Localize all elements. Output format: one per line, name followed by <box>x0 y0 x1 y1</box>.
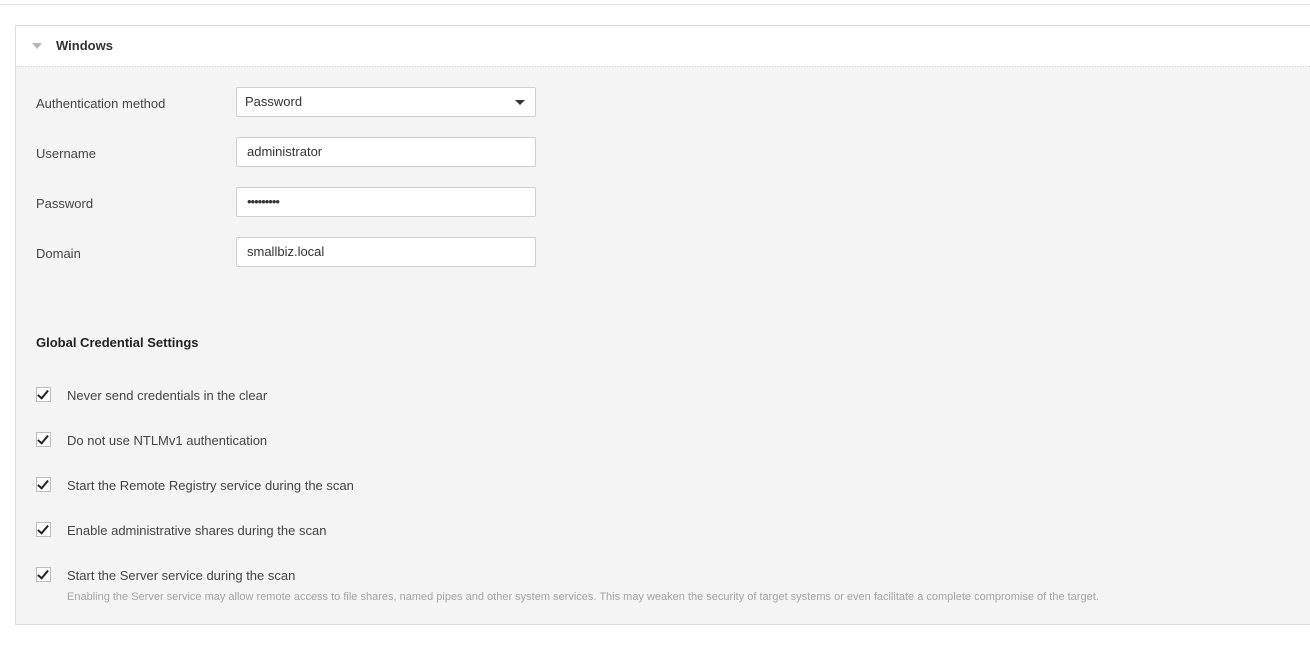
checkmark-icon <box>37 567 49 580</box>
username-field[interactable]: administrator <box>236 137 536 167</box>
username-value: administrator <box>247 144 323 159</box>
option-label-no-ntlmv1[interactable]: Do not use NTLMv1 authentication <box>67 433 267 448</box>
checkmark-icon <box>37 477 49 490</box>
username-label: Username <box>36 146 96 161</box>
checkbox-no-ntlmv1[interactable] <box>36 432 51 447</box>
auth-method-select[interactable]: Password <box>236 87 536 117</box>
domain-field[interactable]: smallbiz.local <box>236 237 536 267</box>
checkmark-icon <box>37 387 49 400</box>
password-value: ••••••••• <box>247 194 280 209</box>
domain-label: Domain <box>36 246 81 261</box>
password-field[interactable]: ••••••••• <box>236 187 536 217</box>
option-label-remote-registry[interactable]: Start the Remote Registry service during… <box>67 478 354 493</box>
checkbox-never-send-clear[interactable] <box>36 387 51 402</box>
option-label-never-send-clear[interactable]: Never send credentials in the clear <box>67 388 267 403</box>
checkbox-server-service[interactable] <box>36 567 51 582</box>
panel-header[interactable]: Windows <box>16 26 1310 67</box>
password-label: Password <box>36 196 94 211</box>
server-service-help-text: Enabling the Server service may allow re… <box>67 591 1099 603</box>
panel-title: Windows <box>56 38 113 53</box>
checkmark-icon <box>37 432 49 445</box>
domain-value: smallbiz.local <box>247 244 325 259</box>
dropdown-caret-icon <box>515 100 525 105</box>
option-label-server-service[interactable]: Start the Server service during the scan <box>67 568 295 583</box>
checkbox-remote-registry[interactable] <box>36 477 51 492</box>
global-settings-title: Global Credential Settings <box>36 335 199 350</box>
checkmark-icon <box>37 522 49 535</box>
option-label-admin-shares[interactable]: Enable administrative shares during the … <box>67 523 326 538</box>
top-divider <box>0 4 1310 5</box>
auth-method-value: Password <box>245 94 303 109</box>
windows-credentials-panel: Windows Authentication method Password U… <box>15 25 1310 625</box>
checkbox-admin-shares[interactable] <box>36 522 51 537</box>
auth-method-label: Authentication method <box>36 96 166 111</box>
collapse-caret-icon[interactable] <box>32 43 42 49</box>
